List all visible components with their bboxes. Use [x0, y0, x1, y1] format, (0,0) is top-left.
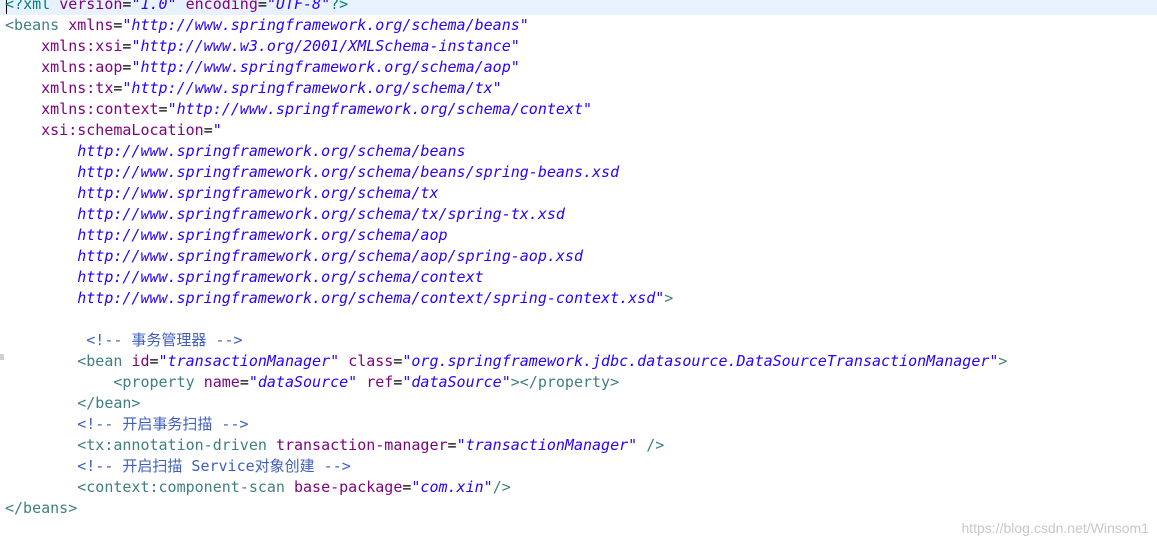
code-line-16: <!-- 事务管理器 --> [86, 331, 243, 349]
code-line-21: <tx:annotation-driven transaction-manage… [77, 436, 665, 454]
code-line-5: xmlns:tx="http://www.springframework.org… [41, 79, 502, 97]
code-line-15: http://www.springframework.org/schema/co… [77, 289, 674, 307]
code-line-1: <?xml version="1.0" encoding="UTF-8"?> [5, 0, 349, 13]
code-line-11: http://www.springframework.org/schema/tx… [77, 205, 565, 223]
code-line-13: http://www.springframework.org/schema/ao… [77, 247, 583, 265]
watermark-text: https://blog.csdn.net/Winsom1 [961, 520, 1149, 536]
code-line-8: http://www.springframework.org/schema/be… [77, 142, 466, 160]
code-line-6: xmlns:context="http://www.springframewor… [41, 100, 593, 118]
code-editor[interactable]: <?xml version="1.0" encoding="UTF-8"?> <… [0, 0, 1157, 544]
code-line-22: <!-- 开启扫描 Service对象创建 --> [77, 457, 351, 475]
code-line-10: http://www.springframework.org/schema/tx [77, 184, 439, 202]
code-line-12: http://www.springframework.org/schema/ao… [77, 226, 448, 244]
code-line-2: <beans xmlns="http://www.springframework… [5, 16, 529, 34]
code-line-18: <property name="dataSource" ref="dataSou… [113, 373, 620, 391]
code-line-14: http://www.springframework.org/schema/co… [77, 268, 484, 286]
code-line-23: <context:component-scan base-package="co… [77, 478, 511, 496]
code-line-7: xsi:schemaLocation=" [41, 121, 222, 139]
code-line-17: <bean id="transactionManager" class="org… [77, 352, 1008, 370]
code-line-9: http://www.springframework.org/schema/be… [77, 163, 620, 181]
code-line-24: </beans> [5, 499, 78, 517]
code-line-3: xmlns:xsi="http://www.w3.org/2001/XMLSch… [41, 37, 520, 55]
code-line-19: </bean> [77, 394, 141, 412]
code-line-4: xmlns:aop="http://www.springframework.or… [41, 58, 520, 76]
code-line-20: <!-- 开启事务扫描 --> [77, 415, 249, 433]
fold-marker[interactable] [0, 354, 4, 360]
